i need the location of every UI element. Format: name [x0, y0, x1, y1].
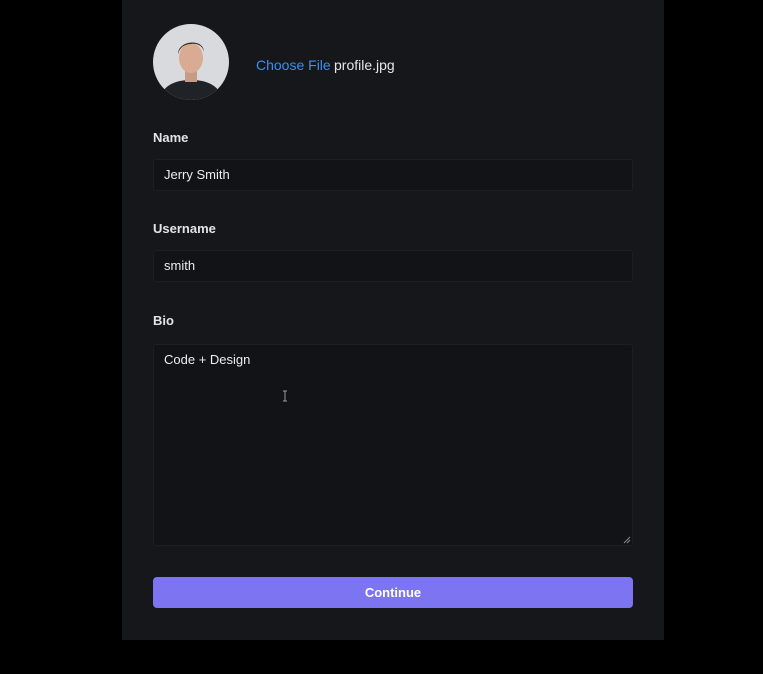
bio-text: Code + Design: [164, 352, 251, 367]
bio-label: Bio: [153, 313, 174, 328]
selected-file-name: profile.jpg: [334, 57, 395, 73]
username-label: Username: [153, 221, 216, 236]
avatar: [153, 24, 229, 100]
resize-handle-icon[interactable]: [623, 536, 631, 544]
choose-file-button[interactable]: Choose File: [256, 57, 331, 73]
bio-textarea[interactable]: Code + Design: [153, 344, 633, 546]
name-label: Name: [153, 130, 189, 145]
continue-button[interactable]: Continue: [153, 577, 633, 608]
username-input[interactable]: smith: [153, 250, 633, 282]
text-cursor-icon: [283, 390, 287, 402]
profile-form-panel: Choose File profile.jpg Name Jerry Smith…: [122, 0, 664, 640]
name-input[interactable]: Jerry Smith: [153, 159, 633, 191]
